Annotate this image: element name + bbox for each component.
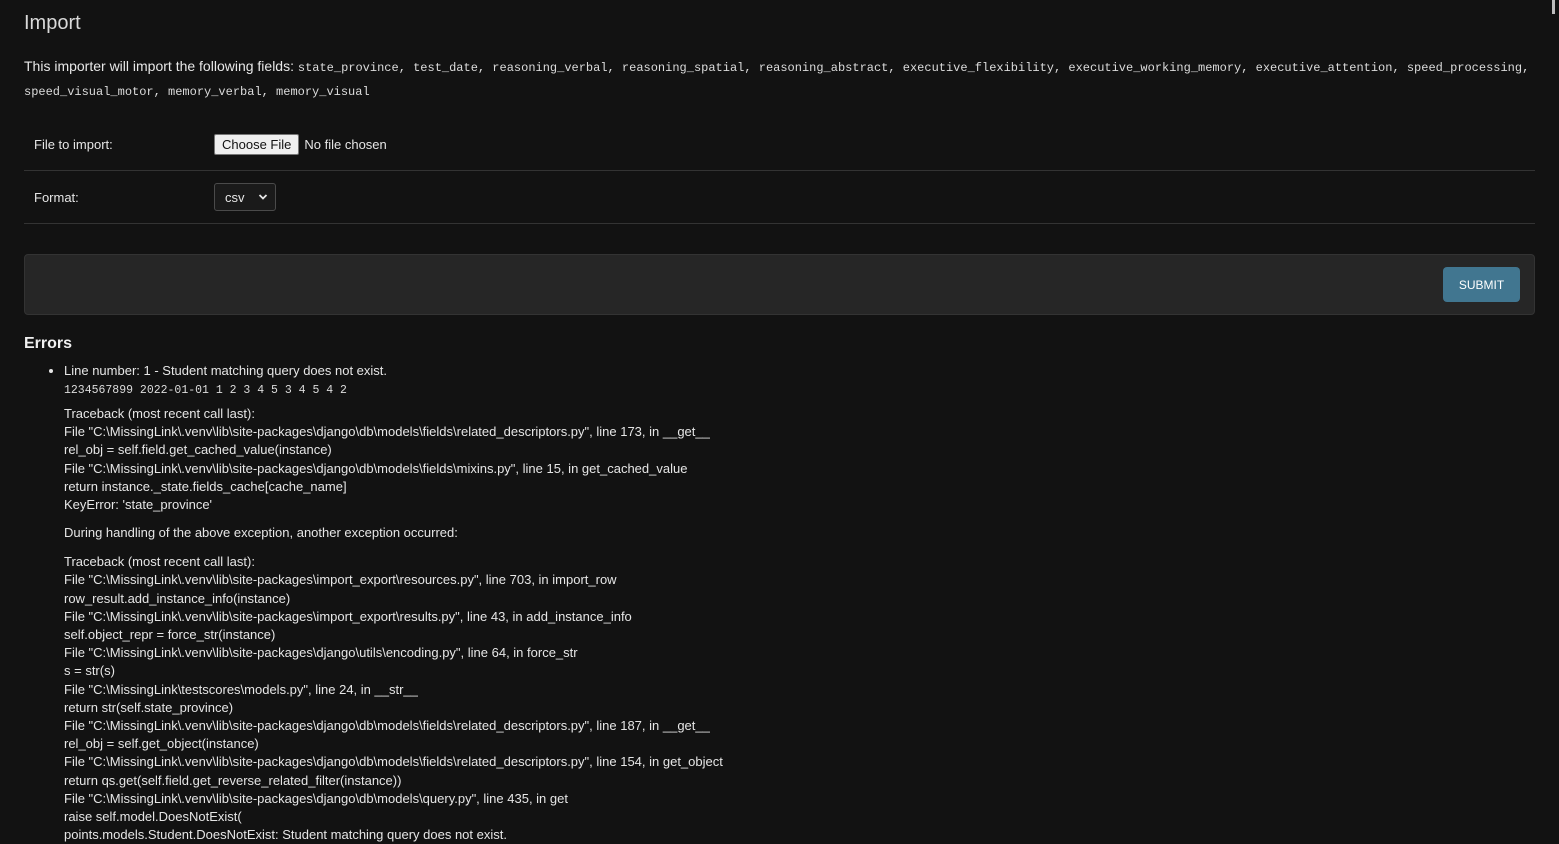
traceback-line: File "C:\MissingLink\.venv\lib\site-pack… [64,572,617,588]
traceback-line: return str(self.state_province) [64,699,234,715]
traceback-line: File "C:\MissingLink\.venv\lib\site-pack… [64,424,710,440]
traceback-line: points.models.Student.DoesNotExist: Stud… [64,827,507,843]
error-message: Line number: 1 - Student matching query … [64,363,388,378]
traceback-second: Traceback (most recent call last): File … [64,553,1535,844]
traceback-separator: During handling of the above exception, … [64,525,458,541]
traceback-line: File "C:\MissingLink\.venv\lib\site-pack… [64,460,688,476]
format-selected-value: csv [225,189,245,205]
fields-description: This importer will import the following … [24,55,1535,103]
traceback-line: File "C:\MissingLink\.venv\lib\site-pack… [64,608,632,624]
format-row: Format: csv [24,171,1535,224]
traceback-line: row_result.add_instance_info(instance) [64,590,291,606]
traceback-line: Traceback (most recent call last): [64,554,255,570]
file-status: No file chosen [304,137,387,152]
traceback-line: Traceback (most recent call last): [64,406,255,421]
submit-button[interactable]: SUBMIT [1443,267,1520,302]
traceback-line: raise self.model.DoesNotExist( [64,809,242,825]
traceback-line: rel_obj = self.get_object(instance) [64,736,259,752]
traceback-line: File "C:\MissingLink\.venv\lib\site-pack… [64,790,568,806]
chevron-down-icon [258,194,268,200]
traceback-line: File "C:\MissingLink\testscores\models.p… [64,681,418,697]
traceback-line: self.object_repr = force_str(instance) [64,627,276,643]
file-label: File to import: [34,137,113,152]
traceback-line: return instance._state.fields_cache[cach… [64,478,347,494]
file-row: File to import: Choose File No file chos… [24,119,1535,171]
traceback-line: File "C:\MissingLink\.venv\lib\site-pack… [64,645,578,661]
traceback-line: s = str(s) [64,663,115,679]
import-page: Import This importer will import the fol… [0,0,1559,844]
traceback-line: File "C:\MissingLink\.venv\lib\site-pack… [64,754,723,770]
error-row-values: 1234567899 2022-01-01 1 2 3 4 5 3 4 5 4 … [64,384,347,397]
submit-row: SUBMIT [24,254,1535,315]
errors-list: Line number: 1 - Student matching query … [24,362,1535,844]
traceback-first: Traceback (most recent call last): File … [64,405,1535,514]
format-select[interactable]: csv [214,183,276,211]
format-label: Format: [34,189,79,205]
traceback-line: File "C:\MissingLink\.venv\lib\site-pack… [64,718,710,734]
scrollbar-thumb[interactable] [1552,0,1555,14]
choose-file-button[interactable]: Choose File [214,134,300,155]
traceback-line: rel_obj = self.field.get_cached_value(in… [64,442,332,458]
page-title: Import [24,12,81,34]
errors-title: Errors [24,335,73,352]
traceback-line: KeyError: 'state_province' [64,497,213,513]
fields-intro-text: This importer will import the following … [24,58,298,74]
traceback-line: return qs.get(self.field.get_reverse_rel… [64,772,402,788]
error-item: Line number: 1 - Student matching query … [64,362,1535,844]
